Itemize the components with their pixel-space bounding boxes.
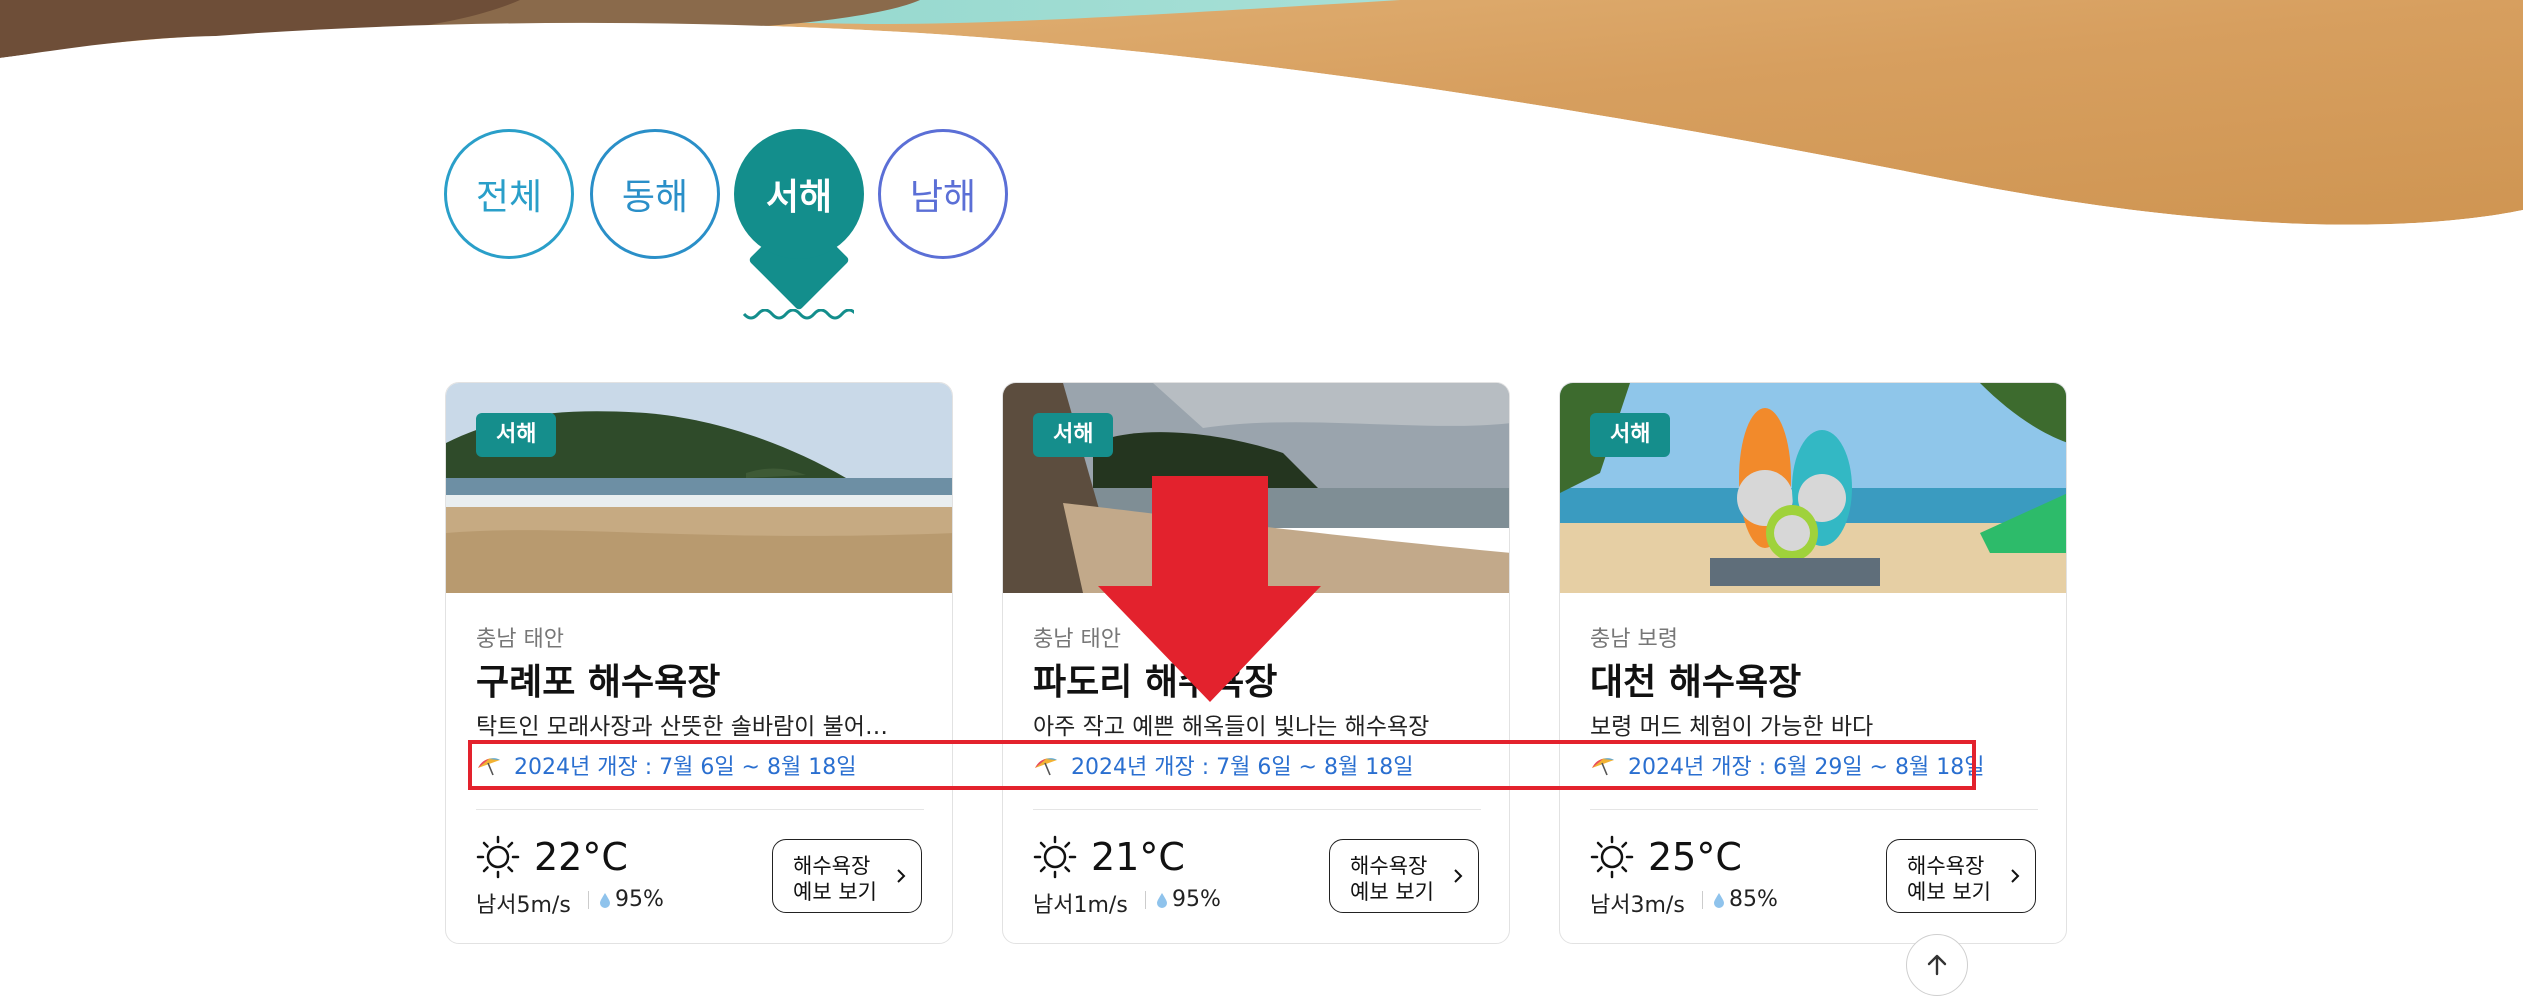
- forecast-button[interactable]: 해수욕장 예보 보기: [1886, 839, 2036, 913]
- humidity-value: 95%: [1172, 887, 1221, 912]
- tab-east-sea[interactable]: 동해: [590, 129, 720, 259]
- drop-icon: [1714, 892, 1724, 908]
- wind: 남서1m/s: [1033, 893, 1128, 918]
- wind: 남서3m/s: [1590, 893, 1685, 918]
- forecast-label-line2: 예보 보기: [1907, 880, 1991, 904]
- chevron-right-icon: [2011, 869, 2020, 883]
- beach-description: 보령 머드 체험이 가능한 바다: [1590, 714, 1874, 740]
- divider: [476, 809, 924, 810]
- region-badge: 서해: [476, 413, 557, 457]
- drop-icon: [600, 892, 610, 908]
- sun-icon: [476, 835, 520, 879]
- humidity: 95%: [1145, 887, 1221, 912]
- temperature: 21°C: [1091, 835, 1185, 879]
- humidity-value: 95%: [615, 887, 664, 912]
- beach-name: 대천 해수욕장: [1590, 662, 1802, 703]
- divider: [1033, 809, 1481, 810]
- humidity-value: 85%: [1729, 887, 1778, 912]
- region-badge: 서해: [1033, 413, 1114, 457]
- temperature: 25°C: [1648, 835, 1742, 879]
- humidity: 85%: [1702, 887, 1778, 912]
- forecast-button[interactable]: 해수욕장 예보 보기: [1329, 839, 1479, 913]
- tab-west-sea[interactable]: 서해: [734, 129, 864, 259]
- chevron-right-icon: [1454, 869, 1463, 883]
- tab-all[interactable]: 전체: [444, 129, 574, 259]
- forecast-button[interactable]: 해수욕장 예보 보기: [772, 839, 922, 913]
- arrow-up-icon: [1927, 954, 1947, 976]
- sun-icon: [1590, 835, 1634, 879]
- region-badge: 서해: [1590, 413, 1671, 457]
- beach-card[interactable]: 서해 충남 보령 대천 해수욕장 보령 머드 체험이 가능한 바다 2024년 …: [1559, 382, 2067, 944]
- beach-location: 충남 보령: [1590, 627, 1678, 652]
- forecast-label-line2: 예보 보기: [1350, 880, 1434, 904]
- forecast-label-line2: 예보 보기: [793, 880, 877, 904]
- hero-beach-banner: [0, 0, 2523, 240]
- temperature: 22°C: [534, 835, 628, 879]
- scroll-to-top-button[interactable]: [1906, 934, 1968, 996]
- chevron-right-icon: [897, 869, 906, 883]
- beach-name: 구례포 해수욕장: [476, 662, 721, 703]
- tab-south-sea[interactable]: 남해: [878, 129, 1008, 259]
- wind: 남서5m/s: [476, 893, 571, 918]
- drop-icon: [1157, 892, 1167, 908]
- beach-card[interactable]: 서해 충남 태안 구례포 해수욕장 탁트인 모래사장과 산뜻한 솔바람이 불어오…: [445, 382, 953, 944]
- beach-description: 아주 작고 예쁜 해옥들이 빛나는 해수욕장: [1033, 714, 1430, 740]
- divider: [1590, 809, 2038, 810]
- selected-wave-indicator: [742, 309, 854, 320]
- highlight-box-annotation: [468, 740, 1976, 790]
- beach-description: 탁트인 모래사장과 산뜻한 솔바람이 불어오는 해수욕장: [476, 714, 896, 740]
- humidity: 95%: [588, 887, 664, 912]
- red-arrow-annotation: [1098, 476, 1321, 702]
- beach-location: 충남 태안: [476, 627, 564, 652]
- sun-icon: [1033, 835, 1077, 879]
